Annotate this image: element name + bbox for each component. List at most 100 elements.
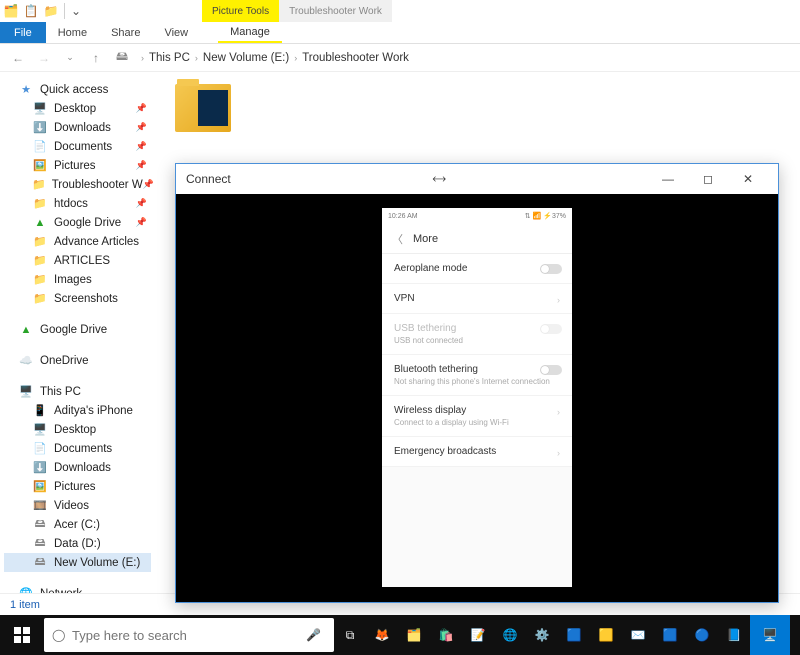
- sidebar-item-screenshots[interactable]: 📁 Screenshots: [4, 289, 151, 308]
- phone-screen[interactable]: 10:26 AM ⇅ 📶 ⚡37% 〈 More Aeroplane mode …: [382, 208, 572, 587]
- tab-manage[interactable]: Manage: [218, 22, 282, 43]
- downloads-icon: ⬇️: [32, 120, 48, 136]
- toggle-icon[interactable]: [540, 365, 562, 375]
- mic-icon[interactable]: 🎤: [306, 628, 326, 642]
- sidebar-item-drive-c[interactable]: 🖴Acer (C:): [4, 515, 151, 534]
- phone-row-wireless-display[interactable]: Wireless display Connect to a display us…: [382, 396, 572, 437]
- pin-icon: 📌: [143, 179, 154, 190]
- sidebar-item-pc-pictures[interactable]: 🖼️Pictures: [4, 477, 151, 496]
- status-item-count: 1 item: [10, 599, 40, 611]
- sidebar-item-downloads[interactable]: ⬇️ Downloads 📌: [4, 118, 151, 137]
- qat-newfolder-icon[interactable]: 📁: [42, 2, 60, 20]
- phone-row-bt-tethering[interactable]: Bluetooth tethering Not sharing this pho…: [382, 355, 572, 396]
- nav-pane: ★Quick access 🖥️Desktop📌 ⬇️Downloads📌 📄D…: [0, 72, 155, 612]
- app-icon[interactable]: 🟦: [558, 615, 590, 655]
- explorer-icon[interactable]: 🗂️: [398, 615, 430, 655]
- sidebar-item-desktop[interactable]: 🖥️Desktop📌: [4, 99, 151, 118]
- close-button[interactable]: ✕: [728, 164, 768, 194]
- sticky-notes-icon[interactable]: 🟨: [590, 615, 622, 655]
- qat-chevron-icon[interactable]: ⌄: [67, 2, 85, 20]
- sidebar-item-pc-downloads[interactable]: ⬇️Downloads: [4, 458, 151, 477]
- cortana-icon: ◯: [52, 628, 72, 642]
- phone-header: 〈 More: [382, 224, 572, 254]
- chrome-icon[interactable]: 🔵: [686, 615, 718, 655]
- sidebar-item-htdocs[interactable]: 📁htdocs📌: [4, 194, 151, 213]
- maximize-button[interactable]: ◻: [688, 164, 728, 194]
- phone-row-emergency[interactable]: Emergency broadcasts ›: [382, 437, 572, 467]
- sidebar-item-drive-e[interactable]: 🖴New Volume (E:): [4, 553, 151, 572]
- sidebar-item-label: This PC: [40, 386, 81, 398]
- sidebar-item-thispc[interactable]: 🖥️This PC: [4, 382, 151, 401]
- breadcrumb[interactable]: › This PC › New Volume (E:) › Troublesho…: [138, 52, 409, 64]
- folder-icon: 📁: [32, 196, 48, 212]
- sidebar-item-pc-documents[interactable]: 📄Documents: [4, 439, 151, 458]
- app-icon-2[interactable]: 🟦: [654, 615, 686, 655]
- sidebar-item-documents[interactable]: 📄Documents📌: [4, 137, 151, 156]
- folder-icon: 📁: [32, 234, 48, 250]
- breadcrumb-folder[interactable]: Troubleshooter Work: [302, 52, 409, 64]
- sidebar-item-advance-articles[interactable]: 📁Advance Articles: [4, 232, 151, 251]
- nav-recent-icon[interactable]: ⌄: [60, 48, 80, 68]
- tab-share[interactable]: Share: [99, 22, 152, 43]
- pin-icon: 📌: [136, 122, 147, 133]
- sidebar-item-pc-videos[interactable]: 🎞️Videos: [4, 496, 151, 515]
- connect-app-icon[interactable]: 🖥️: [750, 615, 790, 655]
- breadcrumb-thispc[interactable]: This PC: [149, 52, 190, 64]
- minimize-button[interactable]: —: [648, 164, 688, 194]
- search-input[interactable]: [72, 628, 306, 643]
- tab-file[interactable]: File: [0, 22, 46, 43]
- notepad-icon[interactable]: 📝: [462, 615, 494, 655]
- sidebar-item-troubleshooter[interactable]: 📁Troubleshooter W📌: [4, 175, 151, 194]
- store-icon[interactable]: 🛍️: [430, 615, 462, 655]
- gdrive-icon: ▲: [32, 215, 48, 231]
- sidebar-item-label: Downloads: [54, 122, 111, 134]
- folder-icon: 📁: [32, 291, 48, 307]
- toggle-icon[interactable]: [540, 264, 562, 274]
- sidebar-item-articles[interactable]: 📁ARTICLES: [4, 251, 151, 270]
- back-icon[interactable]: 〈: [392, 231, 403, 247]
- folder-icon: 📁: [32, 177, 46, 193]
- sidebar-item-quick-access[interactable]: ★Quick access: [4, 80, 151, 99]
- sidebar-item-pc-desktop[interactable]: 🖥️Desktop: [4, 420, 151, 439]
- breadcrumb-volume[interactable]: New Volume (E:): [203, 52, 289, 64]
- sidebar-item-drive-d[interactable]: 🖴Data (D:): [4, 534, 151, 553]
- file-item-folder[interactable]: [163, 84, 243, 132]
- sidebar-item-label: OneDrive: [40, 355, 89, 367]
- sidebar-item-google-drive[interactable]: ▲Google Drive📌: [4, 213, 151, 232]
- phone-row-vpn[interactable]: VPN ›: [382, 284, 572, 314]
- taskbar-search[interactable]: ◯ 🎤: [44, 618, 334, 652]
- sidebar-item-iphone[interactable]: 📱Aditya's iPhone: [4, 401, 151, 420]
- explorer-icon[interactable]: 🗂️: [2, 2, 20, 20]
- mail-icon[interactable]: ✉️: [622, 615, 654, 655]
- documents-icon: 📄: [32, 441, 48, 457]
- sidebar-item-pictures[interactable]: 🖼️Pictures📌: [4, 156, 151, 175]
- nav-forward-icon[interactable]: →: [34, 48, 54, 68]
- word-icon[interactable]: 📘: [718, 615, 750, 655]
- context-tab-picture-tools[interactable]: Picture Tools: [202, 0, 279, 22]
- sidebar-item-label: Desktop: [54, 103, 96, 115]
- phone-row-airplane[interactable]: Aeroplane mode: [382, 254, 572, 284]
- sidebar-item-label: Screenshots: [54, 293, 118, 305]
- edge-icon[interactable]: 🌐: [494, 615, 526, 655]
- nav-up-icon[interactable]: ↑: [86, 48, 106, 68]
- firefox-icon[interactable]: 🦊: [366, 615, 398, 655]
- task-view-icon[interactable]: ⧉: [334, 615, 366, 655]
- phone-row-label: Emergency broadcasts: [394, 446, 560, 457]
- connect-titlebar[interactable]: Connect ⤢ — ◻ ✕: [176, 164, 778, 194]
- pin-icon: 📌: [136, 217, 147, 228]
- settings-icon[interactable]: ⚙️: [526, 615, 558, 655]
- start-button[interactable]: [0, 615, 44, 655]
- qat-properties-icon[interactable]: 📋: [22, 2, 40, 20]
- pin-icon: 📌: [136, 103, 147, 114]
- sidebar-item-onedrive[interactable]: ☁️OneDrive: [4, 351, 151, 370]
- sidebar-item-google-drive-root[interactable]: ▲Google Drive: [4, 320, 151, 339]
- tab-view[interactable]: View: [152, 22, 200, 43]
- sidebar-item-label: htdocs: [54, 198, 88, 210]
- sidebar-item-label: Pictures: [54, 481, 96, 493]
- expand-icon[interactable]: ⤢: [422, 161, 457, 196]
- nav-back-icon[interactable]: ←: [8, 48, 28, 68]
- tab-home[interactable]: Home: [46, 22, 99, 43]
- sidebar-item-images[interactable]: 📁Images: [4, 270, 151, 289]
- sidebar-item-label: Acer (C:): [54, 519, 100, 531]
- connect-title-text: Connect: [186, 172, 231, 186]
